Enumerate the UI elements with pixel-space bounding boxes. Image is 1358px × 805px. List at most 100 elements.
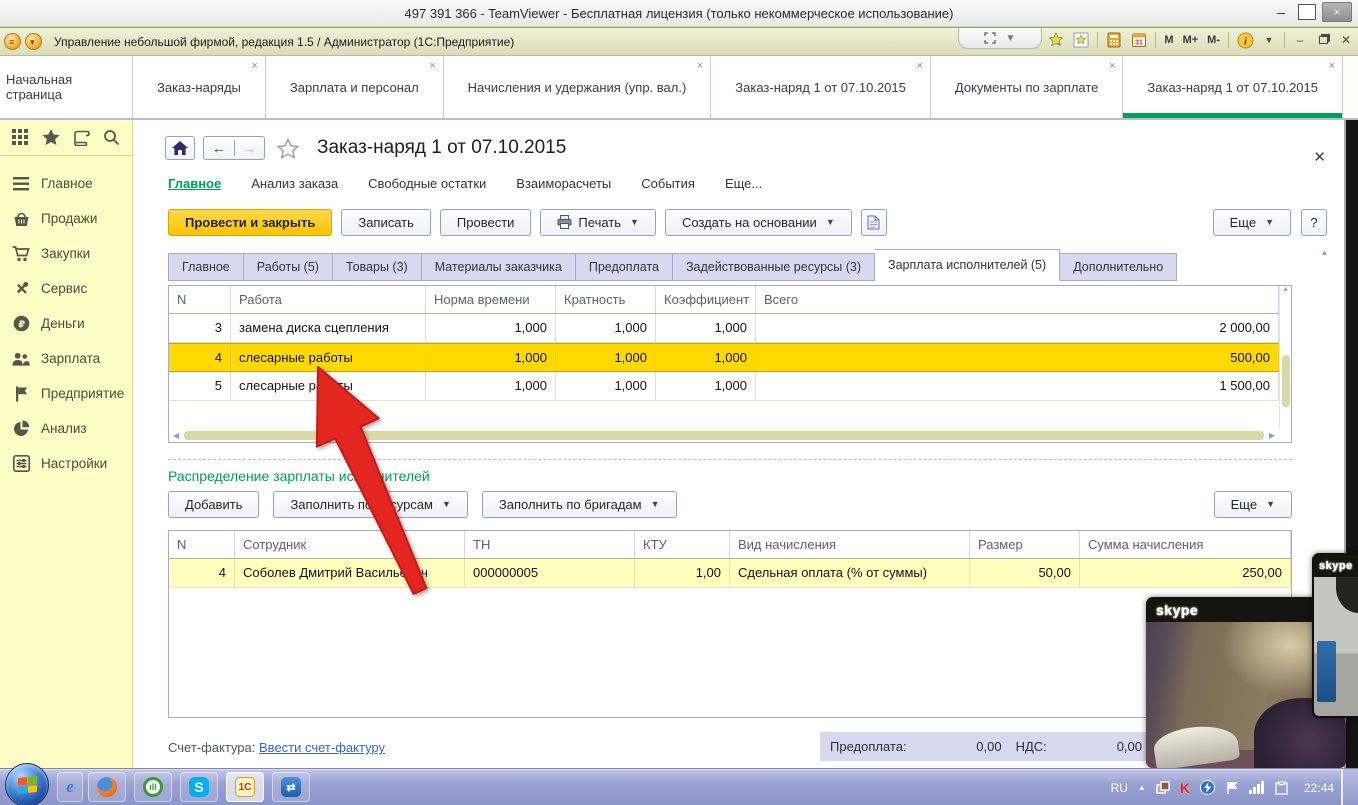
maximize-button[interactable] <box>1298 4 1316 20</box>
scroll-up-icon[interactable]: ▲ <box>1318 248 1331 257</box>
table-row[interactable]: 3замена диска сцепления1,0001,0001,0002 … <box>169 314 1279 343</box>
form-tab[interactable]: Задействованные ресурсы (3) <box>673 253 875 281</box>
taskbar-app-button[interactable]: ıll <box>134 772 172 802</box>
teamviewer-panel-tab[interactable]: ▼ <box>958 28 1042 49</box>
scrollbar-thumb[interactable] <box>184 431 1264 440</box>
post-button[interactable]: Провести <box>440 209 532 236</box>
clock[interactable]: 22:44 <box>1304 781 1334 795</box>
tab-close-icon[interactable]: × <box>1109 61 1115 72</box>
table-row[interactable]: 4Соболев Дмитрий Васильевич0000000051,00… <box>169 559 1291 588</box>
post-and-close-button[interactable]: Провести и закрыть <box>168 209 332 236</box>
sidebar-item[interactable]: Главное <box>0 166 132 201</box>
history-icon[interactable] <box>72 130 90 146</box>
more-button[interactable]: Еще ▼ <box>1213 209 1291 236</box>
sidebar-item[interactable]: Зарплата <box>0 341 132 376</box>
taskbar-firefox-button[interactable] <box>88 772 126 802</box>
window-tab[interactable]: Зарплата и персонал × <box>266 56 444 118</box>
column-header[interactable]: Коэффициент <box>656 286 756 313</box>
memory-plus-button[interactable]: M+ <box>1182 34 1200 46</box>
language-indicator[interactable]: RU <box>1111 781 1128 795</box>
tab-close-icon[interactable]: × <box>697 61 703 72</box>
add-favorite-icon[interactable] <box>1047 31 1065 49</box>
calendar-icon[interactable]: 31 <box>1130 31 1148 49</box>
taskbar-teamviewer-button[interactable]: ⇄ <box>272 772 310 802</box>
memory-button[interactable]: M <box>1163 34 1174 46</box>
sidebar-item[interactable]: Анализ <box>0 411 132 446</box>
sidebar-item[interactable]: ₽ Деньги <box>0 306 132 341</box>
sections-grid-icon[interactable] <box>12 129 29 146</box>
show-desktop-button[interactable] <box>1341 769 1358 805</box>
window-tab[interactable]: Заказ-наряды × <box>133 56 266 118</box>
column-header[interactable]: Норма времени <box>426 286 556 313</box>
scroll-left-icon[interactable]: ◀ <box>173 431 179 440</box>
scroll-up-icon[interactable]: ▲ <box>1282 286 1289 293</box>
column-header[interactable]: N <box>169 286 231 313</box>
scroll-right-icon[interactable]: ▶ <box>1269 431 1275 440</box>
info-button[interactable]: i <box>1236 31 1254 49</box>
form-tab[interactable]: Материалы заказчика <box>422 253 576 281</box>
column-header[interactable]: КТУ <box>635 531 730 558</box>
home-button[interactable] <box>165 136 195 160</box>
nav-link[interactable]: Взаиморасчеты <box>516 176 611 191</box>
nav-link[interactable]: Еще... <box>725 176 762 191</box>
favorite-star-icon[interactable] <box>277 138 299 159</box>
form-tab[interactable]: Главное <box>168 253 244 281</box>
column-header[interactable]: ТН <box>465 531 635 558</box>
favorites-icon[interactable] <box>1072 31 1090 49</box>
form-tab[interactable]: Товары (3) <box>333 253 422 281</box>
chevron-down-icon[interactable]: ▼ <box>1261 35 1277 45</box>
kaspersky-icon[interactable]: K <box>1180 780 1190 796</box>
flag-icon[interactable] <box>1225 781 1239 795</box>
forward-button[interactable]: → <box>235 140 265 156</box>
print-button[interactable]: Печать ▼ <box>540 209 656 236</box>
form-tab[interactable]: Зарплата исполнителей (5) <box>875 249 1060 281</box>
table-horizontal-scrollbar[interactable]: ◀ ▶ <box>169 428 1279 442</box>
tab-close-icon[interactable]: × <box>916 61 922 72</box>
column-header[interactable]: Размер <box>970 531 1080 558</box>
nav-link[interactable]: Свободные остатки <box>368 176 486 191</box>
app-close-button[interactable]: ✕ <box>1338 33 1354 47</box>
calculator-icon[interactable] <box>1105 31 1123 49</box>
main-menu-button[interactable]: ≡ <box>4 33 21 50</box>
back-button[interactable]: ← <box>204 140 235 156</box>
column-header[interactable]: N <box>169 531 235 558</box>
start-button[interactable] <box>5 763 49 805</box>
taskbar-skype-button[interactable]: S <box>180 772 218 802</box>
sidebar-item[interactable]: Закупки <box>0 236 132 271</box>
punto-switcher-icon[interactable] <box>1200 780 1215 795</box>
help-button[interactable]: ? <box>1301 209 1327 236</box>
memory-minus-button[interactable]: M- <box>1206 34 1221 46</box>
network-signal-icon[interactable] <box>1249 781 1265 794</box>
search-icon[interactable] <box>103 129 120 146</box>
tab-close-icon[interactable]: × <box>1329 61 1335 72</box>
minimize-button[interactable]: – <box>1270 4 1292 20</box>
linked-documents-button[interactable] <box>861 209 887 236</box>
window-tab[interactable]: Заказ-наряд 1 от 07.10.2015 × <box>711 56 931 118</box>
quick-menu-button[interactable]: ▾ <box>25 33 42 50</box>
column-header[interactable]: Сумма начисления <box>1080 531 1291 558</box>
skype-video-window-small[interactable]: skype <box>1312 553 1358 718</box>
window-tab[interactable]: Документы по зарплате × <box>931 56 1124 118</box>
nav-link[interactable]: Анализ заказа <box>251 176 338 191</box>
table-vertical-scrollbar[interactable]: ▲ <box>1279 286 1291 428</box>
tab-close-icon[interactable]: × <box>251 61 257 72</box>
form-tab[interactable]: Предоплата <box>576 253 673 281</box>
form-tab[interactable]: Дополнительно <box>1060 253 1177 281</box>
hidden-icons-button[interactable]: ▲ <box>1138 783 1146 792</box>
form-close-icon[interactable]: ✕ <box>1313 148 1326 166</box>
app-restore-button[interactable] <box>1315 33 1331 47</box>
nav-link[interactable]: События <box>641 176 695 191</box>
scrollbar-thumb[interactable] <box>1282 355 1290 407</box>
column-header[interactable]: Сотрудник <box>235 531 465 558</box>
favorites-star-icon[interactable] <box>42 129 60 146</box>
nav-link[interactable]: Главное <box>168 176 221 191</box>
column-header[interactable]: Всего <box>756 286 1279 313</box>
sidebar-item[interactable]: Предприятие <box>0 376 132 411</box>
column-header[interactable]: Кратность <box>556 286 656 313</box>
tab-close-icon[interactable]: × <box>429 61 435 72</box>
taskbar-ie-button[interactable]: e <box>57 772 83 802</box>
create-on-basis-button[interactable]: Создать на основании ▼ <box>665 209 852 236</box>
enter-invoice-link[interactable]: Ввести счет-фактуру <box>259 740 385 755</box>
fill-by-brigades-button[interactable]: Заполнить по бригадам ▼ <box>482 491 677 518</box>
column-header[interactable]: Вид начисления <box>730 531 970 558</box>
